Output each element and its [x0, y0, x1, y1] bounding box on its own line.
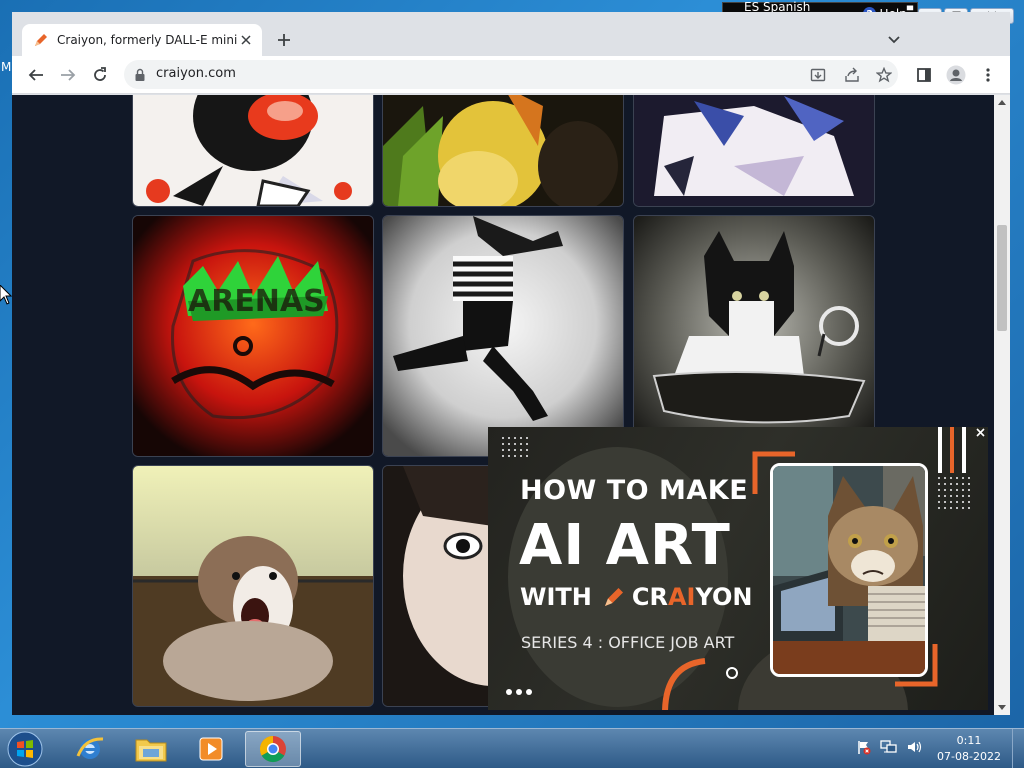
install-icon [810, 68, 826, 82]
mouse-cursor-icon [0, 285, 12, 305]
plus-icon [278, 34, 290, 46]
dog-image[interactable] [132, 465, 374, 707]
show-desktop-button[interactable] [1012, 729, 1024, 768]
browser-window: Craiyon, formerly DALL-E mini craiyon.co… [12, 12, 1010, 715]
chevron-down-icon [888, 36, 900, 44]
new-tab-button[interactable] [274, 30, 294, 50]
address-bar[interactable]: craiyon.com [124, 60, 898, 89]
install-app-button[interactable] [808, 65, 828, 85]
network-icon[interactable] [880, 739, 898, 755]
system-clock[interactable]: 0:11 07-08-2022 [932, 733, 1006, 765]
tab-craiyon[interactable]: Craiyon, formerly DALL-E mini [22, 24, 262, 56]
chrome-icon [259, 735, 286, 763]
blue-white-abstract-image[interactable] [633, 95, 875, 207]
taskbar-internet-explorer[interactable] [62, 731, 118, 767]
scroll-up-icon[interactable] [998, 99, 1006, 105]
taskbar-file-explorer[interactable] [123, 731, 179, 767]
grumpy-cat-image [770, 463, 928, 677]
ad-arc-decoration [662, 658, 706, 710]
bookmark-button[interactable] [874, 65, 894, 85]
pencil-icon [35, 34, 47, 46]
scroll-down-icon[interactable] [998, 705, 1006, 711]
side-panel-button[interactable] [914, 65, 934, 85]
tab-title: Craiyon, formerly DALL-E mini [57, 33, 238, 47]
ad-heading-line3: WITH CRAIYON [520, 583, 752, 611]
url-text[interactable]: craiyon.com [156, 66, 236, 81]
taskbar-chrome[interactable] [245, 731, 301, 767]
browser-toolbar: craiyon.com [12, 56, 1010, 94]
lock-icon[interactable] [134, 68, 146, 82]
windows-start-icon [7, 731, 43, 767]
jumping-person-image[interactable] [382, 215, 624, 457]
desktop-edge-text: M [1, 60, 12, 74]
taskbar: 0:11 07-08-2022 [0, 728, 1024, 768]
reload-icon [94, 67, 106, 81]
clock-time: 0:11 [956, 734, 982, 747]
volume-icon[interactable] [906, 739, 924, 755]
ad-heading-line1: HOW TO MAKE [520, 475, 749, 506]
close-tab-button[interactable] [238, 32, 254, 48]
internet-explorer-icon [76, 737, 104, 759]
back-button[interactable] [26, 65, 46, 85]
ad-brand-part2: AI [667, 583, 696, 611]
close-icon [975, 427, 985, 437]
media-player-icon [199, 737, 223, 761]
svg-text:ARENAS: ARENAS [188, 284, 325, 319]
profile-icon [946, 65, 966, 85]
forward-button[interactable] [58, 65, 78, 85]
tab-strip: Craiyon, formerly DALL-E mini [12, 12, 1010, 56]
menu-icon [986, 68, 990, 82]
pencil-icon [604, 588, 623, 606]
yellow-figure-image[interactable] [382, 95, 624, 207]
star-icon [876, 67, 892, 83]
cartoon-character-image[interactable] [132, 95, 374, 207]
folder-icon [135, 739, 167, 762]
tab-search-button[interactable] [884, 30, 904, 50]
scrollbar-thumb[interactable] [997, 225, 1007, 331]
clock-date: 07-08-2022 [937, 750, 1001, 763]
ad-brand-part3: YON [695, 583, 753, 611]
forward-icon [61, 69, 76, 81]
video-ad-overlay[interactable]: HOW TO MAKE AI ART WITH CRAIYON SERIES 4… [488, 427, 988, 710]
chrome-menu-button[interactable] [978, 65, 998, 85]
reload-button[interactable] [90, 65, 110, 85]
system-tray [856, 739, 924, 755]
ad-brand-name: CRAIYON [632, 583, 753, 611]
ad-with-text: WITH [520, 583, 592, 611]
back-icon [28, 69, 43, 81]
ad-ring-decoration [726, 667, 738, 679]
share-icon [845, 67, 859, 82]
share-button[interactable] [842, 65, 862, 85]
page-scrollbar[interactable] [994, 95, 1010, 715]
cat-image[interactable] [633, 215, 875, 457]
taskbar-media-player[interactable] [183, 731, 239, 767]
sidepanel-icon [917, 68, 931, 82]
start-button[interactable] [5, 730, 45, 768]
page-content: ARENAS HOW TO MAKE AI ART WITH CRAIYON S… [12, 95, 994, 715]
red-graffiti-text-image[interactable]: ARENAS [132, 215, 374, 457]
ad-brand-part1: CR [631, 583, 668, 611]
ad-series-label: SERIES 4 : OFFICE JOB ART [521, 633, 735, 652]
ad-more-options-icon[interactable] [506, 689, 532, 695]
ad-dot-pattern [936, 475, 972, 511]
profile-button[interactable] [946, 65, 966, 85]
close-ad-button[interactable] [972, 424, 988, 440]
close-icon [241, 35, 251, 45]
action-center-flag-icon[interactable] [856, 739, 872, 755]
ad-dot-pattern [500, 435, 530, 459]
ad-heading-line2: AI ART [519, 513, 731, 578]
